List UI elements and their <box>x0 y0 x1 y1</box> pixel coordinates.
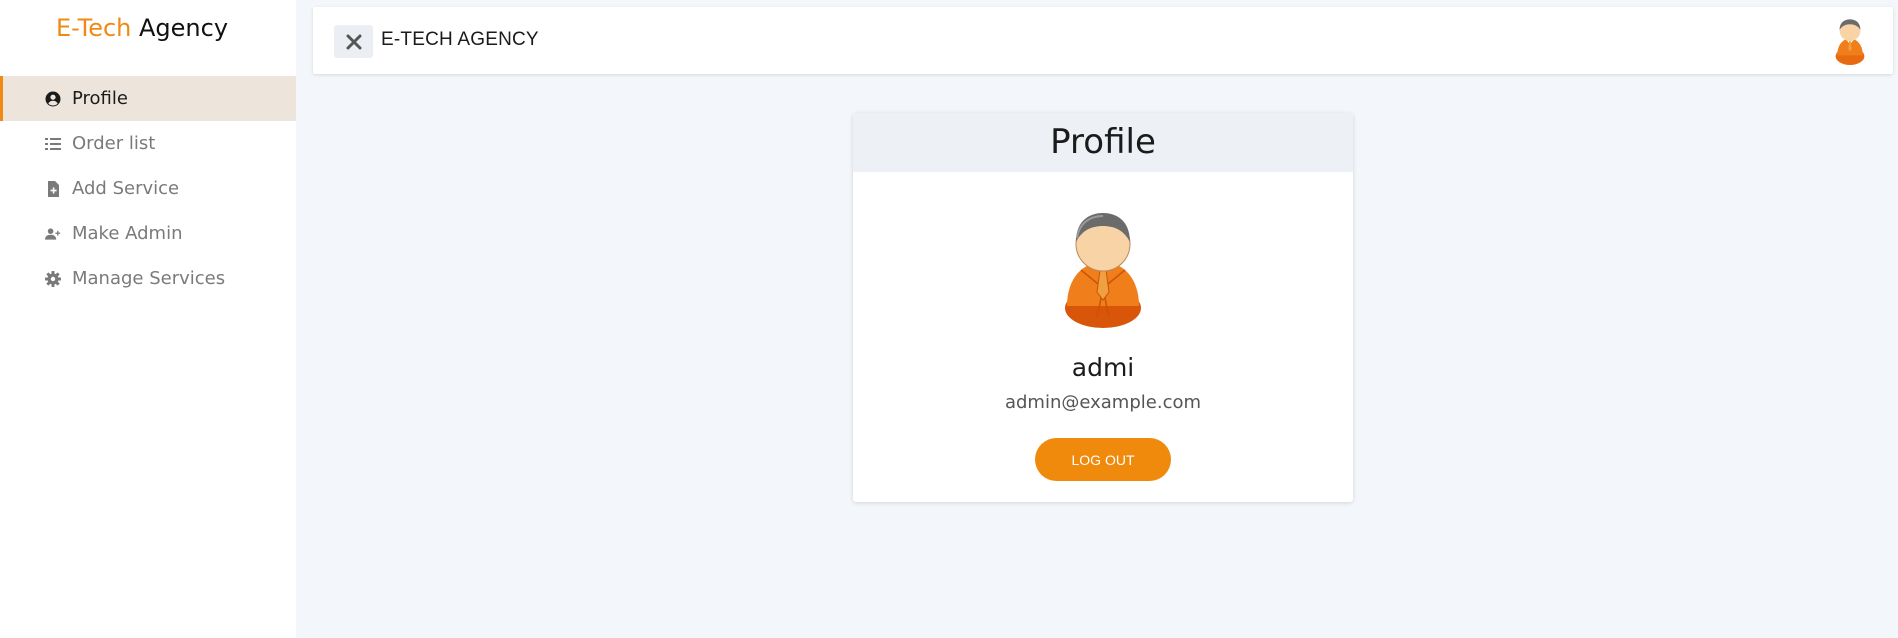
top-bar: E-TECH AGENCY <box>313 7 1893 74</box>
profile-name: admi <box>1071 353 1135 382</box>
user-plus-icon <box>44 225 62 243</box>
profile-email: admin@example.com <box>1004 392 1202 413</box>
file-plus-icon <box>44 180 62 198</box>
close-button[interactable] <box>334 25 373 58</box>
sidebar-item-label: Make Admin <box>72 223 183 244</box>
gear-icon <box>44 270 62 288</box>
brand-logo[interactable]: E-Tech Agency <box>56 14 228 42</box>
top-bar-title: E-TECH AGENCY <box>381 29 539 50</box>
logout-button[interactable]: LOG OUT <box>1035 438 1171 481</box>
sidebar-item-label: Order list <box>72 133 156 154</box>
sidebar-item-label: Add Service <box>72 178 180 199</box>
sidebar: E-Tech Agency Profile Order list Add Ser… <box>0 0 296 638</box>
brand-part-2: Agency <box>139 14 229 42</box>
list-icon <box>44 135 62 153</box>
card-title: Profile <box>853 113 1353 172</box>
sidebar-nav: Profile Order list Add Service Make Admi… <box>0 76 296 301</box>
sidebar-item-manage-services[interactable]: Manage Services <box>0 256 296 301</box>
user-circle-icon <box>44 90 62 108</box>
sidebar-item-label: Manage Services <box>72 268 226 289</box>
brand-part-1: E-Tech <box>56 14 132 42</box>
sidebar-item-profile[interactable]: Profile <box>0 76 296 121</box>
sidebar-item-label: Profile <box>72 88 128 109</box>
sidebar-item-make-admin[interactable]: Make Admin <box>0 211 296 256</box>
close-icon <box>346 34 361 49</box>
profile-card: Profile admi admin@example.com LOG OUT <box>853 113 1353 502</box>
sidebar-item-add-service[interactable]: Add Service <box>0 166 296 211</box>
sidebar-item-order-list[interactable]: Order list <box>0 121 296 166</box>
profile-avatar-icon <box>1065 213 1141 328</box>
user-avatar-icon[interactable] <box>1833 17 1867 65</box>
